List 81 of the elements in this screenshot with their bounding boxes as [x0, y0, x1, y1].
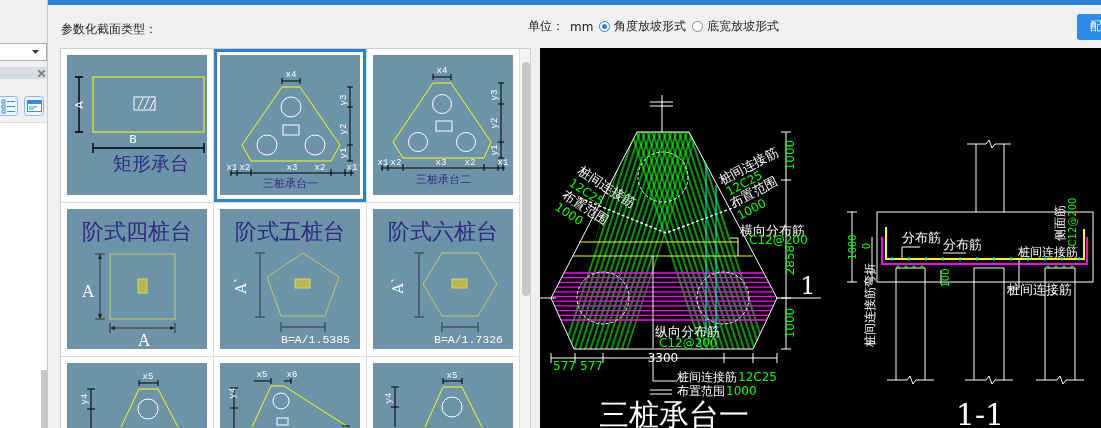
unit-value: mm — [570, 19, 594, 34]
dimension-label: 2858 — [783, 244, 797, 276]
dimension-label: y4 — [80, 393, 90, 405]
scrollbar-thumb[interactable] — [522, 62, 530, 296]
diagram-title: 阶式五桩台 — [235, 219, 345, 244]
section-type-tile[interactable]: 阶式六桩台 A` B=A/1.7326 — [367, 203, 519, 356]
dimension-label: x1 — [226, 163, 238, 173]
configure-button[interactable]: 配 — [1077, 13, 1101, 40]
rebar-label: 桩间连接筋 — [1007, 282, 1072, 297]
dimension-label: x5 — [446, 371, 458, 381]
section-type-tile[interactable]: 阶式四桩台 A A — [61, 203, 213, 356]
rebar-label: 侧面筋 — [1053, 205, 1067, 241]
dimension-label: A` — [233, 276, 249, 294]
drawing-title: 1-1 — [955, 397, 1005, 428]
scrollbar[interactable] — [41, 370, 47, 428]
rebar-label: C12@200 — [1067, 197, 1078, 247]
dimension-label: y3 — [490, 89, 500, 101]
dimension-formula: B=A/1.7326 — [434, 333, 503, 346]
section-type-tile[interactable]: 阶式五桩台 A` B=A/1.5385 — [214, 203, 366, 356]
dimension-label: B — [129, 133, 137, 146]
dimension-label: x5 — [256, 370, 268, 380]
dimension-label: x1 — [346, 163, 358, 173]
dimension-label: x2 — [390, 158, 402, 168]
rebar-label: 桩间连接筋 — [1018, 245, 1078, 259]
dimension-label: y4 — [228, 387, 238, 399]
diagram-title: 阶式六桩台 — [388, 219, 498, 244]
dimension-label: 577 — [553, 359, 576, 373]
scrollbar[interactable] — [519, 49, 530, 428]
dimension-label: x3 — [435, 158, 447, 168]
dimension-label: x1 — [497, 158, 509, 168]
diagram-caption: 矩形承台 — [113, 152, 189, 174]
dimension-label: 3300 — [647, 351, 679, 365]
rebar-label: 12C25 — [738, 370, 777, 384]
section-type-tile[interactable]: A B 矩形承台 — [61, 49, 213, 202]
rebar-label: 纵向分布筋 — [655, 324, 720, 339]
dimension-label: 1000 — [783, 139, 797, 171]
dimension-label: A — [138, 331, 150, 349]
form-view-icon[interactable] — [24, 96, 44, 116]
dimension-label: x6 — [286, 370, 298, 380]
section-type-tile[interactable]: x5 y4 — [367, 357, 519, 428]
dimension-label: x2 — [464, 158, 476, 168]
section-type-tile[interactable]: x5 x6 y4 — [214, 357, 366, 428]
section-type-label: 参数化截面类型： — [60, 21, 158, 38]
dimension-label: A — [82, 282, 94, 301]
rebar-label: 布置范围 — [677, 384, 725, 398]
dropdown[interactable] — [0, 43, 47, 61]
rebar-label: 分布筋 — [943, 237, 982, 252]
section-mark: 1 — [800, 272, 816, 300]
dimension-formula: B=A/1.5385 — [281, 333, 350, 346]
rebar-label: 1000 — [726, 384, 757, 398]
caret-icon — [32, 50, 39, 54]
dimension-label: x2 — [239, 163, 251, 173]
dimension-label: x4 — [285, 70, 297, 80]
slope-mode-radio[interactable]: 底宽放坡形式 — [692, 18, 780, 35]
dimension-label: 577 — [580, 359, 603, 373]
dimension-label: A — [73, 101, 86, 109]
dimension-label: 1000 — [783, 307, 797, 339]
rebar-label: 1000 — [847, 234, 858, 260]
dimension-label: x4 — [436, 66, 448, 76]
rebar-label: 分布筋 — [902, 230, 941, 245]
dimension-label: x5 — [142, 372, 154, 382]
dimension-label: y1 — [339, 147, 349, 159]
list-view-icon[interactable] — [0, 96, 18, 116]
dimension-label: x3 — [286, 163, 298, 173]
rebar-label: 桩间连接筋 — [677, 370, 737, 384]
dimension-label: y1 — [490, 144, 500, 156]
dimension-label: x2 — [314, 163, 326, 173]
dimension-label: x1 — [377, 158, 389, 168]
dimension-label: y4 — [384, 392, 394, 404]
section-type-tile[interactable]: x5 y4 — [61, 357, 213, 428]
dimension-label: A` — [390, 276, 406, 294]
close-icon[interactable] — [38, 69, 45, 77]
dimension-label: y2 — [490, 117, 500, 129]
diagram-title: 阶式四桩台 — [82, 219, 192, 244]
slope-mode-radio[interactable]: 角度放坡形式 — [599, 18, 687, 35]
dimension-label: y2 — [339, 123, 349, 135]
rebar-label: 桩间连接筋弯折 — [863, 263, 877, 347]
dimension-label: y3 — [339, 94, 349, 106]
rebar-label: 0 — [861, 242, 872, 250]
rebar-label: 100 — [940, 268, 951, 288]
unit-label: 单位： — [528, 18, 564, 35]
